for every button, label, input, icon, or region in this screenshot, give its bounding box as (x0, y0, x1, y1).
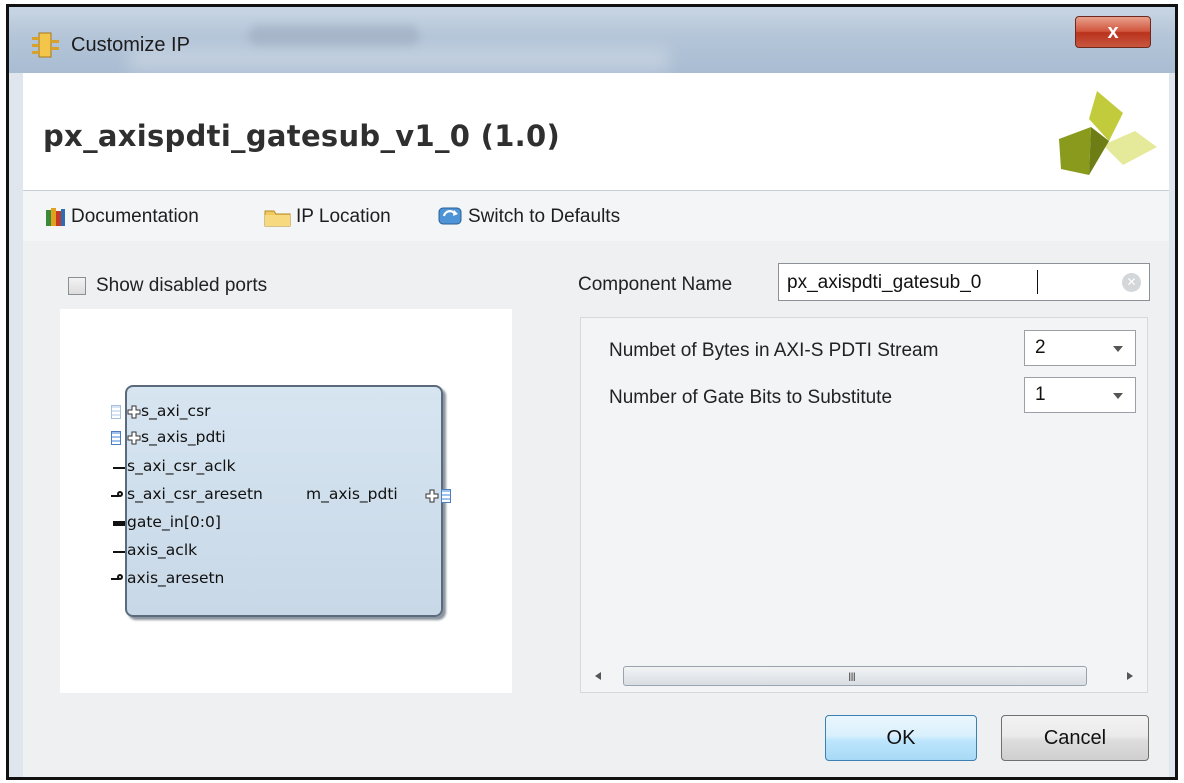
close-button[interactable]: x (1075, 16, 1151, 48)
documentation-label: Documentation (71, 206, 199, 227)
component-name-field[interactable]: px_axispdti_gatesub_0 ✕ (778, 263, 1150, 301)
param-label-bytes: Numbet of Bytes in AXI-S PDTI Stream (609, 340, 939, 361)
port-pin (113, 467, 125, 469)
port-pin (113, 551, 125, 553)
scroll-right-icon[interactable] (1127, 672, 1133, 680)
ip-location-label: IP Location (296, 206, 391, 227)
clear-icon[interactable]: ✕ (1122, 273, 1141, 292)
ip-symbol: s_axi_csr s_axis_pdti s_axi_csr_aclk s_a… (107, 385, 467, 625)
refresh-icon (438, 207, 462, 225)
component-name-label: Component Name (578, 274, 733, 295)
param-label-gate-bits: Number of Gate Bits to Substitute (609, 387, 893, 408)
chevron-down-icon (1113, 393, 1123, 399)
scrollbar-grip: III (848, 670, 856, 684)
vivado-logo-icon (1059, 91, 1157, 175)
ok-button[interactable]: OK (825, 715, 977, 761)
ip-core-icon (32, 32, 59, 58)
ip-title: px_axispdti_gatesub_v1_0 (1.0) (43, 119, 561, 153)
dialog-body: Show disabled ports s_axi_csr s_axis_pdt… (23, 241, 1169, 777)
port-label: axis_aresetn (127, 569, 225, 587)
cancel-button[interactable]: Cancel (1001, 715, 1149, 761)
window-title: Customize IP (71, 34, 190, 56)
chevron-down-icon (1113, 346, 1123, 352)
scroll-left-icon[interactable] (595, 672, 601, 680)
show-disabled-ports-label[interactable]: Show disabled ports (96, 275, 267, 297)
gate-bits-select[interactable]: 1 (1024, 377, 1136, 413)
port-label: m_axis_pdti (306, 485, 398, 503)
toolbar: Documentation IP Location Switch to Defa… (23, 191, 1169, 241)
inverted-pin-marker (117, 574, 123, 580)
books-icon (46, 208, 65, 226)
background-blur (249, 25, 419, 47)
symbol-panel-header: Show disabled ports (60, 263, 512, 309)
show-disabled-ports-checkbox[interactable] (68, 277, 86, 295)
title-bar[interactable]: Customize IP x (9, 7, 1175, 73)
close-icon: x (1107, 21, 1119, 43)
port-label: s_axi_csr_aclk (127, 457, 236, 475)
documentation-button[interactable]: Documentation (45, 205, 199, 229)
dialog-window: Customize IP x px_axispdti_gatesub_v1_0 … (6, 4, 1178, 780)
bus-interface-marker (441, 489, 451, 503)
ip-symbol-panel: Show disabled ports s_axi_csr s_axis_pdt… (60, 263, 512, 693)
bus-interface-marker (111, 405, 121, 419)
parameters-panel: Numbet of Bytes in AXI-S PDTI Stream 2 N… (580, 317, 1148, 693)
expand-plus-icon[interactable] (127, 405, 141, 419)
port-label: s_axi_csr_aresetn (127, 485, 263, 503)
port-label: s_axis_pdti (141, 428, 226, 446)
bytes-select-value: 2 (1035, 337, 1046, 358)
scrollbar-thumb[interactable]: III (623, 666, 1087, 686)
port-label: axis_aclk (127, 541, 198, 559)
folder-icon (264, 210, 291, 227)
text-cursor (1037, 270, 1038, 294)
inverted-pin-marker (117, 491, 123, 497)
expand-plus-icon[interactable] (127, 431, 141, 445)
port-pin (113, 521, 125, 526)
background-blur (129, 47, 669, 73)
ip-location-button[interactable]: IP Location (264, 205, 391, 229)
gate-bits-select-value: 1 (1035, 384, 1046, 405)
bus-interface-marker (111, 431, 121, 445)
switch-defaults-label: Switch to Defaults (468, 206, 621, 227)
expand-plus-icon[interactable] (425, 489, 439, 503)
component-name-value: px_axispdti_gatesub_0 (787, 272, 982, 293)
switch-defaults-button[interactable]: Switch to Defaults (438, 205, 620, 229)
port-label: gate_in[0:0] (127, 513, 221, 531)
bytes-select[interactable]: 2 (1024, 330, 1136, 366)
port-label: s_axi_csr (141, 402, 211, 420)
ip-header: px_axispdti_gatesub_v1_0 (1.0) (23, 73, 1169, 191)
horizontal-scrollbar[interactable]: III (581, 662, 1147, 690)
